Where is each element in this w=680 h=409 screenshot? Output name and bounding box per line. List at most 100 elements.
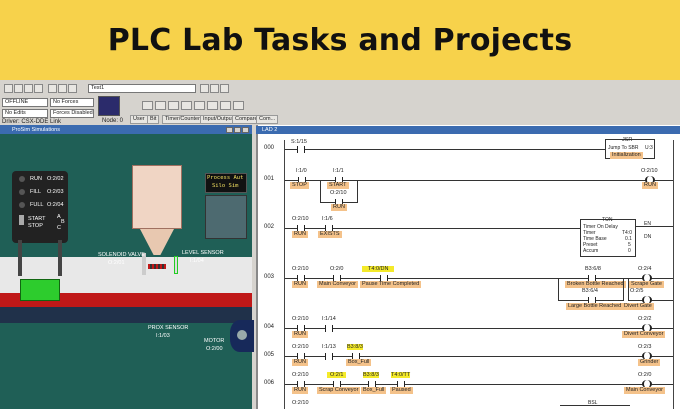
- contact-label: Box_Full: [361, 387, 387, 394]
- conveyor-belt: [0, 307, 252, 323]
- maximize-icon[interactable]: [234, 127, 241, 133]
- tab-user[interactable]: User: [130, 115, 148, 124]
- contact-address: O:2/0: [330, 266, 344, 272]
- motor-address: O:2/00: [206, 346, 223, 352]
- contact-address: S:1/15: [291, 139, 307, 145]
- rung-line: [285, 278, 673, 279]
- contact-label: Box_Full: [346, 359, 372, 366]
- contact-address: I:1/13: [322, 344, 336, 350]
- coil-address: O:2/2: [638, 316, 652, 322]
- contact-address: B3:6/8: [585, 266, 601, 272]
- contact-label: RUN: [292, 281, 308, 288]
- minimize-icon[interactable]: [226, 127, 233, 133]
- zoom-out-icon[interactable]: [220, 84, 229, 93]
- xic-icon[interactable]: [168, 101, 179, 110]
- box-on-conveyor: [20, 279, 60, 301]
- rung-number: 001: [264, 176, 275, 182]
- start-label: START: [28, 216, 46, 222]
- banner: PLC Lab Tasks and Projects: [0, 0, 680, 80]
- contact-address: O:2/10: [292, 400, 309, 406]
- jsr-label: Initialization: [610, 152, 643, 159]
- xio-icon[interactable]: [181, 101, 192, 110]
- coil-address: O:2/0: [638, 372, 652, 378]
- contact-address: B3:6/4: [582, 288, 598, 294]
- open-file-icon[interactable]: [14, 84, 23, 93]
- contact-label: Paused: [390, 387, 413, 394]
- coil-label: Divert Gate: [622, 303, 654, 310]
- prox-sensor-address: I:1/03: [156, 333, 170, 339]
- tab-timer-counter[interactable]: Timer/Counter: [162, 115, 203, 124]
- panel-line1: Process Aut: [207, 175, 244, 181]
- osr-icon[interactable]: [233, 101, 244, 110]
- cut-icon[interactable]: [48, 84, 57, 93]
- zoom-in-icon[interactable]: [210, 84, 219, 93]
- prosim-title-bar: ProSim Simulations: [0, 126, 252, 134]
- close-icon[interactable]: [242, 127, 249, 133]
- contact-label: RUN: [331, 204, 347, 211]
- coil-label: Main Conveyor: [624, 387, 665, 394]
- coil-address: O:2/10: [641, 168, 658, 174]
- rung-number: 005: [264, 352, 275, 358]
- coil-address: O:2/3: [638, 344, 652, 350]
- branch-line: [623, 278, 624, 300]
- panel-leg: [58, 240, 62, 276]
- print-icon[interactable]: [34, 84, 43, 93]
- contact-address: I:1/6: [322, 216, 333, 222]
- tab-input-output[interactable]: Input/Output: [200, 115, 237, 124]
- rung-line: [636, 226, 673, 227]
- coil-label: Grinder: [638, 359, 661, 366]
- mode-select[interactable]: OFFLINE: [2, 98, 48, 107]
- paste-icon[interactable]: [68, 84, 77, 93]
- contact-address: I:1/0: [296, 168, 307, 174]
- run-light-icon: [19, 176, 25, 182]
- fill-light-icon: [19, 189, 25, 195]
- tab-com[interactable]: Com...: [256, 115, 279, 124]
- contact-address: T4:0/TT: [391, 372, 411, 378]
- rung-number: 003: [264, 274, 275, 280]
- contact-label: Pause Time Completed: [360, 281, 422, 288]
- project-name-field[interactable]: Test1: [88, 84, 196, 93]
- contact-address: I:1/14: [322, 316, 336, 322]
- ladder-title-bar: [256, 126, 680, 134]
- branch-line: [357, 180, 358, 202]
- new-file-icon[interactable]: [4, 84, 13, 93]
- rung-number: 002: [264, 224, 275, 230]
- silo-tank: [132, 165, 182, 229]
- contact-address: O:2/1: [327, 372, 347, 378]
- contact-address: O:2/10: [292, 372, 309, 378]
- otu-icon[interactable]: [220, 101, 231, 110]
- verify-icon[interactable]: [200, 84, 209, 93]
- tab-bit[interactable]: Bit: [147, 115, 160, 124]
- save-icon[interactable]: [24, 84, 33, 93]
- forces-disabled-select[interactable]: Forces Disabled: [50, 109, 94, 118]
- plc-cabinet: [205, 195, 247, 239]
- rung-line: [285, 328, 673, 329]
- bsl-title: BSL: [588, 400, 598, 406]
- ote-icon[interactable]: [194, 101, 205, 110]
- rung-number: 004: [264, 324, 275, 330]
- contact-address: O:2/10: [292, 316, 309, 322]
- start-stop-switch-icon[interactable]: [19, 215, 24, 225]
- solenoid-label: SOLENOID VALVE: [98, 252, 145, 258]
- contact-label: RUN: [292, 387, 308, 394]
- rung-line: [285, 149, 605, 150]
- otl-icon[interactable]: [207, 101, 218, 110]
- contact-label: Main Conveyor: [317, 281, 358, 288]
- rung-icon[interactable]: [142, 101, 153, 110]
- copy-icon[interactable]: [58, 84, 67, 93]
- xic-contact-icon[interactable]: [325, 325, 333, 332]
- selector-b[interactable]: B: [61, 219, 65, 225]
- branch-icon[interactable]: [155, 101, 166, 110]
- level-sensor-address: I:1/04: [190, 258, 204, 264]
- forces-select[interactable]: No Forces: [50, 98, 94, 107]
- contact-address: O:2/10: [292, 216, 309, 222]
- rung-line: [285, 356, 673, 357]
- motor-hub-icon: [237, 330, 247, 340]
- xic-contact-icon[interactable]: [325, 353, 333, 360]
- solenoid-valve-icon: [148, 264, 166, 269]
- xic-contact-icon[interactable]: [297, 146, 305, 153]
- selector-c[interactable]: C: [57, 225, 61, 231]
- edits-select[interactable]: No Edits: [2, 109, 48, 118]
- level-sensor-icon: [174, 256, 178, 274]
- panel-leg: [18, 240, 22, 276]
